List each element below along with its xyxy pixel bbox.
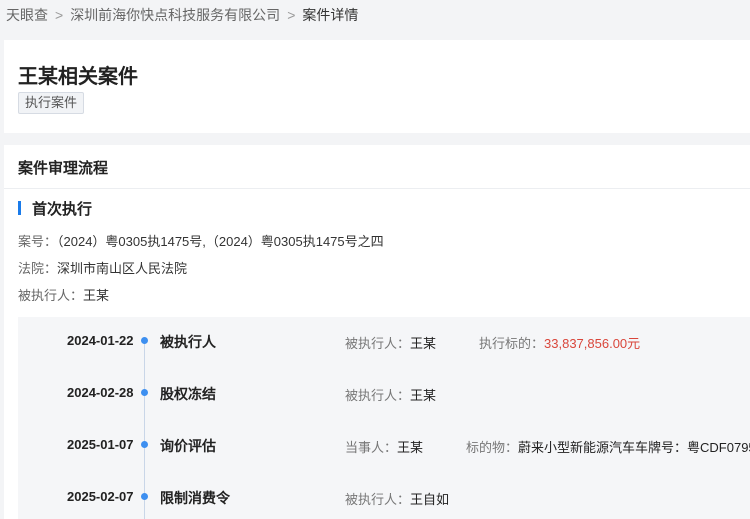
- timeline-date: 2025-02-07: [67, 489, 134, 504]
- timeline-dot-icon: [141, 389, 148, 396]
- case-header-card: 王某相关案件 执行案件: [4, 40, 750, 133]
- case-number-label: 案号：: [18, 234, 58, 249]
- court-label: 法院：: [18, 261, 58, 276]
- court-row: 法院：深圳市南山区人民法院: [18, 258, 187, 277]
- timeline-date: 2025-01-07: [67, 437, 134, 452]
- executed-person-label: 被执行人：: [18, 288, 84, 303]
- field-value-amount: 33,837,856.00元: [544, 336, 641, 351]
- field-label: 当事人：: [345, 440, 398, 455]
- field-value: 王某: [410, 336, 437, 351]
- timeline-item: 2025-01-07 询价评估 当事人：王某 标的物：蔚来小型新能源汽车车牌号：…: [18, 435, 750, 455]
- case-type-tag: 执行案件: [18, 92, 85, 114]
- field-label: 被执行人：: [345, 388, 411, 403]
- timeline-date: 2024-01-22: [67, 333, 134, 348]
- court-value: 深圳市南山区人民法院: [57, 261, 188, 276]
- breadcrumb-company-link[interactable]: 深圳前海你快点科技服务有限公司: [70, 5, 280, 25]
- field-value: 王自如: [410, 492, 450, 507]
- timeline-item: 2024-01-22 被执行人 被执行人：王某 执行标的：33,837,856.…: [18, 331, 750, 351]
- breadcrumb: 天眼查 > 深圳前海你快点科技服务有限公司 > 案件详情: [6, 4, 358, 26]
- case-number-row: 案号：（2024）粤0305执1475号,（2024）粤0305执1475号之四: [18, 231, 384, 250]
- timeline-dot-icon: [141, 441, 148, 448]
- field-label: 标的物：: [466, 440, 519, 455]
- stage-title: 首次执行: [32, 201, 93, 218]
- field-value: 王某: [397, 440, 424, 455]
- field-label: 被执行人：: [345, 492, 411, 507]
- field-label: 被执行人：: [345, 336, 411, 351]
- breadcrumb-separator: >: [287, 7, 296, 23]
- timeline: 2024-01-22 被执行人 被执行人：王某 执行标的：33,837,856.…: [18, 317, 750, 519]
- field-value: 蔚来小型新能源汽车车牌号：粤CDF0795: [518, 440, 750, 455]
- timeline-dot-icon: [141, 337, 148, 344]
- timeline-field-amount: 执行标的：33,837,856.00元: [479, 333, 640, 352]
- timeline-event: 被执行人: [160, 334, 216, 350]
- field-label: 执行标的：: [479, 336, 545, 351]
- timeline-item: 2025-02-07 限制消费令 被执行人：王自如: [18, 487, 750, 507]
- stage-accent-bar: [18, 201, 21, 215]
- breadcrumb-separator: >: [55, 7, 64, 23]
- timeline-field-party: 当事人：王某: [345, 437, 423, 456]
- breadcrumb-home-link[interactable]: 天眼查: [6, 5, 48, 25]
- executed-person-row: 被执行人：王某: [18, 285, 109, 304]
- timeline-event: 询价评估: [160, 438, 216, 454]
- timeline-date: 2024-02-28: [67, 385, 134, 400]
- timeline-item: 2024-02-28 股权冻结 被执行人：王某: [18, 383, 750, 403]
- section-header: 案件审理流程: [4, 145, 750, 189]
- section-title: 案件审理流程: [18, 160, 109, 177]
- field-value: 王某: [410, 388, 437, 403]
- timeline-field-party: 被执行人：王某: [345, 385, 436, 404]
- case-process-card: 案件审理流程 首次执行 案号：（2024）粤0305执1475号,（2024）粤…: [4, 145, 750, 519]
- breadcrumb-current: 案件详情: [302, 7, 359, 23]
- timeline-event: 限制消费令: [160, 490, 230, 506]
- executed-person-value: 王某: [83, 288, 110, 303]
- timeline-field-subject: 标的物：蔚来小型新能源汽车车牌号：粤CDF0795: [466, 437, 750, 456]
- timeline-event: 股权冻结: [160, 386, 216, 402]
- timeline-field-party: 被执行人：王自如: [345, 489, 449, 508]
- case-number-value: （2024）粤0305执1475号,（2024）粤0305执1475号之四: [57, 234, 384, 249]
- timeline-field-party: 被执行人：王某: [345, 333, 436, 352]
- page-title: 王某相关案件: [18, 66, 138, 88]
- timeline-dot-icon: [141, 493, 148, 500]
